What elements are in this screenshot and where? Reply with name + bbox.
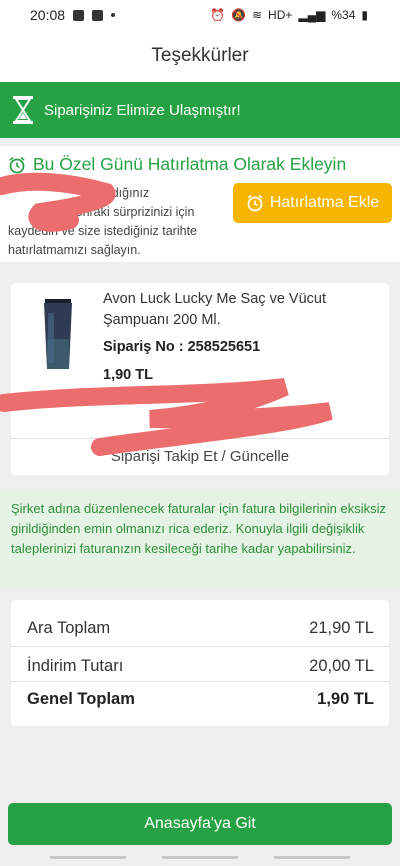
order-received-banner: Siparişiniz Elimize Ulaşmıştır!: [0, 82, 400, 138]
discount-label: İndirim Tutarı: [27, 657, 124, 675]
page-title: Teşekkürler: [0, 30, 400, 82]
more-notifications-icon: [111, 13, 116, 17]
grand-total-value: 1,90 TL: [317, 690, 374, 708]
reminder-line-3: kaydedin ve size istediğiniz tarihte: [8, 224, 197, 238]
reminder-description: yolladığınız bir sonraki sürprizinizi iç…: [8, 184, 228, 260]
system-nav-bar: [0, 852, 400, 866]
reminder-line-2: bir sonraki sürprizinizi için: [52, 205, 195, 219]
network-type: HD+: [268, 8, 293, 22]
reminder-line-1: yolladığınız: [86, 186, 150, 200]
reminder-section: Bu Özel Günü Hatırlatma Olarak Ekleyin y…: [0, 146, 400, 262]
order-number: Sipariş No : 258525651: [103, 339, 261, 355]
add-reminder-label: Hatırlatma Ekle: [269, 194, 380, 211]
alarm-clock-icon: [9, 156, 25, 173]
divider: [11, 681, 389, 682]
signal-icon: ▂▄▆: [298, 8, 326, 22]
reminder-line-4: hatırlatmamızı sağlayın.: [8, 243, 141, 257]
hourglass-icon: [13, 96, 33, 124]
app-notification-icon: [92, 9, 104, 21]
reminder-title: Bu Özel Günü Hatırlatma Olarak Ekleyin: [8, 154, 346, 175]
order-totals-card: Ara Toplam 21,90 TL İndirim Tutarı 20,00…: [11, 600, 389, 726]
go-home-button[interactable]: Anasayfa'ya Git: [8, 803, 392, 845]
message-icon: [73, 9, 85, 21]
battery-level: %34: [331, 8, 356, 22]
discount-value: 20,00 TL: [309, 657, 374, 675]
nav-back-handle[interactable]: [274, 856, 350, 859]
grand-total-label: Genel Toplam: [27, 690, 135, 708]
grand-total-row: Genel Toplam 1,90 TL: [27, 690, 374, 709]
nav-home-handle[interactable]: [162, 856, 238, 859]
wifi-icon: ≋: [251, 8, 263, 22]
order-date-fragment: 10/14: [231, 415, 262, 429]
product-image[interactable]: [38, 299, 78, 373]
track-order-link[interactable]: Siparişi Takip Et / Güncelle: [11, 439, 389, 475]
discount-row: İndirim Tutarı 20,00 TL: [27, 657, 374, 676]
product-price: 1,90 TL: [103, 367, 153, 383]
mute-icon: 🔕: [231, 8, 246, 22]
nav-recent-handle[interactable]: [50, 856, 126, 859]
alarm-clock-icon: [247, 194, 263, 212]
status-bar: 20:08 ⏰ 🔕 ≋ HD+ ▂▄▆ %34 ▮: [0, 0, 400, 30]
invoice-info-note: Şirket adına düzenlenecek faturalar için…: [0, 489, 400, 587]
add-reminder-button[interactable]: Hatırlatma Ekle: [233, 183, 392, 223]
status-time: 20:08: [30, 7, 66, 23]
subtotal-label: Ara Toplam: [27, 619, 111, 637]
banner-text: Siparişiniz Elimize Ulaşmıştır!: [44, 101, 241, 119]
subtotal-value: 21,90 TL: [309, 619, 374, 637]
subtotal-row: Ara Toplam 21,90 TL: [27, 619, 374, 638]
order-product-card: Avon Luck Lucky Me Saç ve Vücut Şampuanı…: [11, 283, 389, 475]
alarm-icon: ⏰: [210, 8, 226, 22]
product-name: Avon Luck Lucky Me Saç ve Vücut Şampuanı…: [103, 291, 326, 328]
battery-icon: ▮: [361, 8, 368, 22]
divider: [11, 646, 389, 647]
reminder-title-text: Bu Özel Günü Hatırlatma Olarak Ekleyin: [33, 154, 347, 174]
